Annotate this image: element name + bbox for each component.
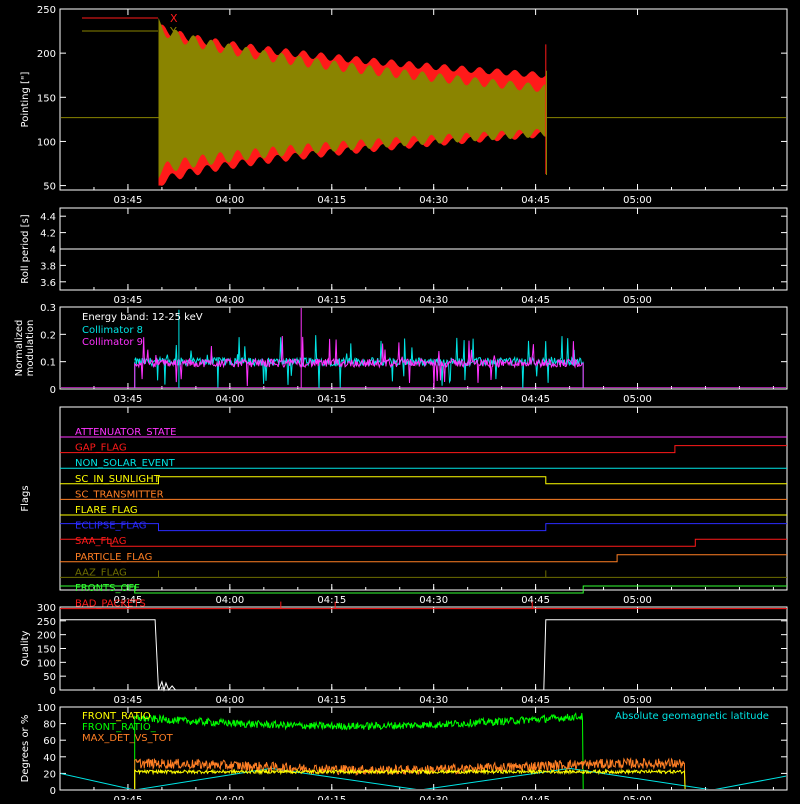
x-tick-label: 03:45 [114,394,143,405]
flag-label: FLARE_FLAG [75,505,138,516]
legend-label: Collimator 8 [82,325,143,336]
y-tick-label: 150 [37,645,56,656]
y-axis-label: Roll period [s] [20,214,31,283]
chart-canvas: 03:45 04:00 04:15 04:30 04:45 05:00 50 100 150 20… [0,0,800,804]
flag-label: ECLIPSE_FLAG [75,521,146,532]
flag-label: AAZ_FLAG [75,567,127,578]
y-tick-label: 3.8 [40,261,56,272]
y-tick-label: 0.2 [40,330,56,341]
y-tick-label: 150 [37,93,56,104]
flag-label: SC_IN_SUNLIGHT [75,474,161,485]
legend-label-x: X [170,12,178,25]
flag-label: SAA_FLAG [75,536,126,547]
chart-figure: 03:45 04:00 04:15 04:30 04:45 05:00 50 100 150 20… [0,0,800,804]
flag-label: SC_TRANSMITTER [75,489,164,500]
x-tick-label: 03:45 [114,795,143,800]
y-tick-label: 80 [43,720,56,731]
x-tick-label: 05:00 [623,295,652,306]
x-tick-label: 05:00 [623,394,652,405]
x-tick-label: 04:00 [215,195,244,206]
y-tick-label: 0.3 [40,303,56,314]
y-tick-label: 0 [50,786,56,797]
x-tick-label: 05:00 [623,695,652,706]
x-tick-label: 04:00 [215,695,244,706]
x-tick-label: 04:30 [419,195,448,206]
x-tick-label: 04:45 [521,695,550,706]
y-tick-label: 300 [37,603,56,614]
x-tick-label: 04:00 [215,394,244,405]
annotation-energy-band: Energy band: 12-25 keV [82,312,203,323]
x-tick-label: 03:45 [114,295,143,306]
y-tick-label: 0.1 [40,358,56,369]
x-tick-label: 04:45 [521,394,550,405]
y-tick-label: 50 [43,672,56,683]
x-tick-label: 04:45 [521,795,550,800]
x-tick-label: 04:30 [419,695,448,706]
y-tick-label: 0 [50,385,56,396]
y-axis-label: Pointing ["] [20,71,31,127]
x-tick-label: 04:00 [215,795,244,800]
y-tick-label: 60 [43,736,56,747]
x-tick-label: 04:30 [419,394,448,405]
x-tick-label: 03:45 [114,695,143,706]
x-tick-label: 04:15 [317,695,346,706]
x-tick-label: 04:30 [419,295,448,306]
y-tick-label: 200 [37,49,56,60]
y-axis-label: Degrees or % [20,715,31,783]
y-axis-label: modulation [25,320,36,377]
legend-label: MAX_DET_VS_TOT [82,733,174,744]
x-tick-label: 03:45 [114,195,143,206]
y-tick-label: 3.6 [40,278,56,289]
y-tick-label: 0 [50,686,56,697]
legend-label: FRONT_RATIO [82,711,151,722]
y-tick-label: 100 [37,137,56,148]
x-tick-label: 04:30 [419,795,448,800]
flag-label: BAD_PACKETS [75,599,146,610]
x-tick-label: 05:00 [623,595,652,606]
legend-label: FRONT_RATIO_ [82,722,157,733]
x-tick-label: 04:45 [521,195,550,206]
x-tick-label: 04:15 [317,795,346,800]
flag-label: GAP_FLAG [75,443,127,454]
x-tick-label: 04:45 [521,595,550,606]
x-tick-label: 05:00 [623,795,652,800]
y-axis-label: Quality [20,631,31,667]
flag-label: NON_SOLAR_EVENT [75,458,176,469]
x-tick-label: 04:15 [317,595,346,606]
y-tick-label: 250 [37,617,56,628]
y-tick-label: 4 [50,245,56,256]
x-tick-label: 04:15 [317,295,346,306]
y-axis-label: Normalized [14,320,25,377]
y-tick-label: 250 [37,5,56,16]
y-axis-label: Flags [20,485,31,511]
y-tick-label: 100 [37,658,56,669]
annotation-geomagnetic-latitude: Absolute geomagnetic latitude [615,711,769,722]
x-tick-label: 04:30 [419,595,448,606]
x-tick-label: 04:45 [521,295,550,306]
x-tick-label: 05:00 [623,195,652,206]
y-tick-label: 4.4 [40,212,56,223]
x-tick-label: 04:00 [215,295,244,306]
legend-label: Collimator 9 [82,337,143,348]
flag-label: ATTENUATOR_STATE [75,427,176,438]
y-tick-label: 50 [43,182,56,193]
y-tick-label: 4.2 [40,229,56,240]
y-tick-label: 100 [37,703,56,714]
y-tick-label: 40 [43,753,56,764]
y-tick-label: 200 [37,631,56,642]
x-tick-label: 04:15 [317,394,346,405]
flag-label: PARTICLE_FLAG [75,552,152,563]
y-tick-label: 20 [43,769,56,780]
legend-label-y: Y [169,25,177,38]
x-tick-label: 04:15 [317,195,346,206]
flag-label: FRONTS_OFF [75,583,140,594]
x-tick-label: 04:00 [215,595,244,606]
